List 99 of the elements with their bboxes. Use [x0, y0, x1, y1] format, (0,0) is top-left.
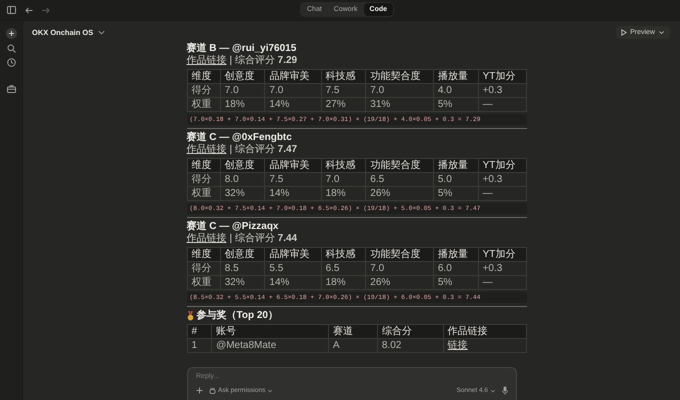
table-cell: 32% [220, 276, 265, 290]
column-header: 综合分 [377, 324, 444, 338]
section-heading: 赛道 C — @Pizzaqx [186, 221, 280, 232]
table-cell: 得分 [187, 262, 220, 276]
table-cell: 权重 [187, 98, 220, 112]
table-cell: 7.0 [321, 172, 366, 186]
overall-score: | 综合评分 7.29 [230, 55, 298, 67]
table-cell: +0.3 [478, 172, 526, 186]
table-cell: 6.0 [433, 262, 478, 276]
table-cell: — [478, 186, 526, 200]
table-cell: 得分 [187, 172, 220, 186]
overall-score: | 综合评分 7.44 [230, 233, 298, 245]
table-cell: 14% [264, 186, 322, 200]
table-cell: @Meta8Mate [212, 338, 328, 352]
table-cell: 权重 [187, 276, 220, 290]
table-cell: 5% [433, 186, 478, 200]
table-cell: A [328, 338, 378, 352]
clock-icon[interactable] [6, 58, 16, 67]
table-cell: 5.0 [433, 172, 478, 186]
column-header: 作品链接 [443, 324, 526, 338]
table-cell: 8.5 [220, 262, 265, 276]
play-icon [621, 28, 628, 36]
column-header: 功能契合度 [366, 70, 434, 84]
overall-score: | 综合评分 7.47 [230, 144, 298, 156]
table-cell: 8.02 [377, 338, 444, 352]
column-header: 创意度 [220, 158, 265, 172]
table-cell: 得分 [187, 84, 220, 98]
awards-heading: 参与奖（Top 20） [196, 310, 278, 322]
work-link[interactable]: 链接 [448, 340, 468, 351]
table-cell: 7.0 [366, 262, 434, 276]
back-arrow-icon[interactable] [25, 6, 33, 14]
column-header: 播放量 [433, 248, 478, 262]
table-cell: 7.5 [264, 172, 322, 186]
column-header: 播放量 [433, 70, 478, 84]
plus-icon[interactable] [196, 387, 203, 394]
table-cell: — [478, 276, 526, 290]
table-cell: 27% [321, 98, 366, 112]
column-header: 科技感 [321, 158, 366, 172]
table-cell: 7.0 [366, 84, 434, 98]
column-header: 赛道 [328, 324, 378, 338]
chevron-down-icon [490, 388, 496, 394]
column-header: 维度 [187, 248, 220, 262]
table-cell: 18% [321, 186, 366, 200]
table-cell: 8.0 [220, 172, 265, 186]
column-header: YT加分 [478, 70, 526, 84]
column-header: 品牌审美 [264, 248, 322, 262]
table-cell: 5% [433, 98, 478, 112]
new-chat-button[interactable] [6, 28, 16, 39]
table-cell: — [478, 98, 526, 112]
medal-icon [186, 311, 194, 321]
column-header: 功能契合度 [366, 248, 434, 262]
table-cell: 26% [366, 186, 434, 200]
chevron-down-icon [267, 388, 274, 394]
column-header: 科技感 [321, 248, 366, 262]
table-cell: 6.5 [366, 172, 434, 186]
microphone-icon[interactable] [502, 386, 508, 395]
hand-icon [209, 387, 216, 394]
column-header: # [187, 324, 212, 338]
column-header: 维度 [187, 70, 220, 84]
table-cell: 6.5 [321, 262, 366, 276]
table-cell: 权重 [187, 186, 220, 200]
table-cell: 4.0 [433, 84, 478, 98]
sidebar-toggle-icon[interactable] [7, 6, 16, 14]
column-header: 功能契合度 [366, 158, 434, 172]
table-cell: +0.3 [478, 84, 526, 98]
column-header: 维度 [187, 158, 220, 172]
table-cell: 1 [187, 338, 212, 352]
search-icon[interactable] [6, 44, 16, 53]
column-header: YT加分 [478, 158, 526, 172]
table-cell: 7.5 [321, 84, 366, 98]
briefcase-icon[interactable] [6, 85, 16, 93]
work-link[interactable]: 作品链接 [186, 55, 226, 67]
column-header: 播放量 [433, 158, 478, 172]
work-link[interactable]: 作品链接 [186, 144, 226, 156]
work-link[interactable]: 作品链接 [186, 233, 226, 245]
table-cell: 5% [433, 276, 478, 290]
column-header: 品牌审美 [264, 158, 322, 172]
table-cell: 31% [366, 98, 434, 112]
table-cell: 7.0 [220, 84, 265, 98]
section-heading: 赛道 C — @0xFengbtc [186, 132, 293, 144]
column-header: 创意度 [220, 70, 265, 84]
table-cell: 26% [366, 276, 434, 290]
column-header: 创意度 [220, 248, 265, 262]
table-cell: 14% [264, 98, 322, 112]
table-cell: 32% [220, 186, 265, 200]
chevron-down-icon [658, 28, 665, 36]
table-cell: 18% [220, 98, 265, 112]
section-heading: 赛道 B — @rui_yi76015 [186, 43, 298, 54]
table-cell: 14% [264, 276, 322, 290]
table-cell: 18% [321, 276, 366, 290]
table-cell: 5.5 [264, 262, 322, 276]
column-header: YT加分 [478, 248, 526, 262]
column-header: 账号 [212, 324, 328, 338]
table-cell: +0.3 [478, 262, 526, 276]
column-header: 品牌审美 [264, 70, 322, 84]
forward-arrow-icon[interactable] [42, 6, 50, 14]
column-header: 科技感 [321, 70, 366, 84]
plus-icon [8, 30, 14, 37]
table-cell: 7.0 [264, 84, 322, 98]
